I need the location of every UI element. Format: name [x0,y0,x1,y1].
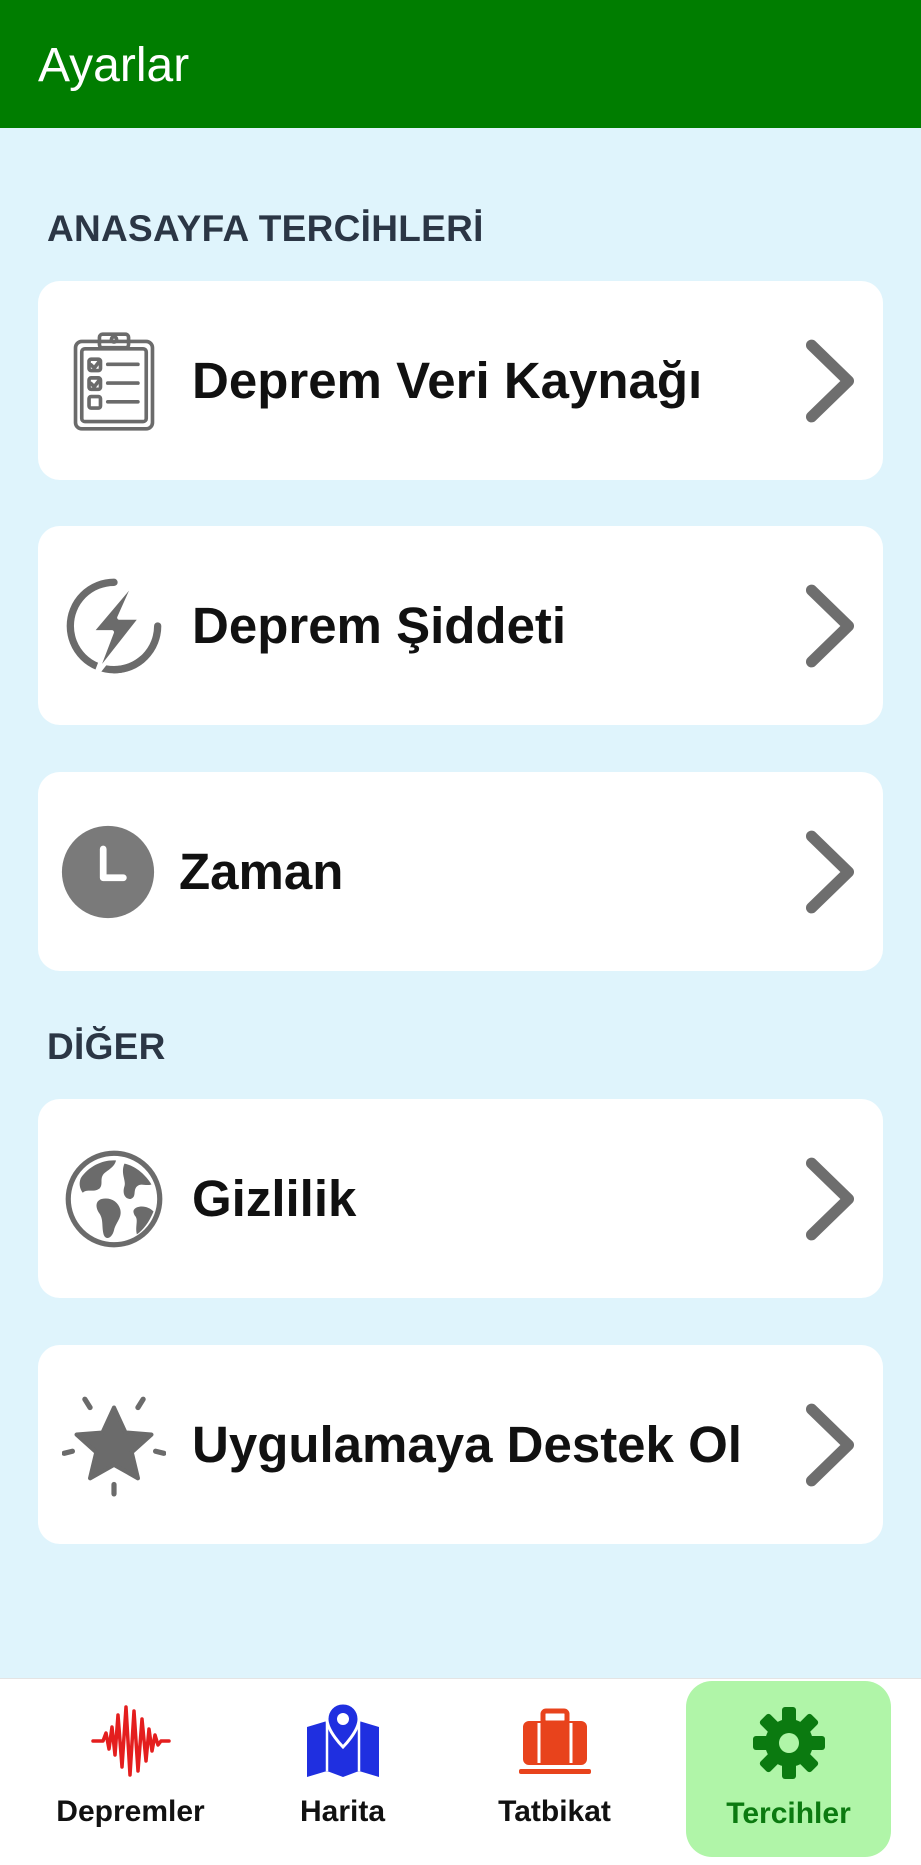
bottom-navigation: Depremler Harita Tatbikat Tercihler [0,1678,921,1865]
settings-item-label: Gizlilik [192,1169,357,1227]
nav-item-drill[interactable]: Tatbikat [452,1679,657,1865]
settings-item-label: Deprem Veri Kaynağı [192,351,703,409]
app-bar: Ayarlar [0,0,921,128]
settings-item-label: Deprem Şiddeti [192,596,567,654]
settings-item-privacy[interactable]: Gizlilik [38,1099,883,1298]
clipboard-checklist-icon [62,329,166,433]
section-header-home-preferences: ANASAYFA TERCİHLERİ [47,208,484,249]
chevron-right-icon [799,580,861,672]
nav-item-map[interactable]: Harita [240,1679,445,1865]
settings-item-label: Zaman [179,842,344,900]
settings-item-time[interactable]: Zaman [38,772,883,971]
chevron-right-icon [799,826,861,918]
map-pin-icon [303,1701,383,1781]
settings-item-data-source[interactable]: Deprem Veri Kaynağı [38,281,883,480]
nav-item-earthquakes[interactable]: Depremler [28,1679,233,1865]
gear-icon [749,1703,829,1783]
nav-item-preferences[interactable]: Tercihler [686,1681,891,1857]
lightning-bolt-circle-icon [62,574,166,678]
sparkling-star-icon [62,1393,166,1497]
nav-item-label: Harita [299,1795,386,1828]
globe-icon [62,1147,166,1251]
chevron-right-icon [799,1153,861,1245]
nav-item-label: Tercihler [726,1797,851,1830]
seismic-wave-icon [90,1701,171,1781]
settings-item-support-app[interactable]: Uygulamaya Destek Ol [38,1345,883,1544]
page-title: Ayarlar [38,39,190,92]
section-header-other: DİĞER [47,1026,166,1067]
nav-item-label: Tatbikat [498,1795,611,1828]
chevron-right-icon [799,1399,861,1491]
chevron-right-icon [799,335,861,427]
clock-icon [60,824,156,920]
briefcase-icon [515,1701,595,1781]
nav-item-label: Depremler [56,1795,205,1828]
settings-item-label: Uygulamaya Destek Ol [192,1415,742,1473]
settings-item-intensity[interactable]: Deprem Şiddeti [38,526,883,725]
